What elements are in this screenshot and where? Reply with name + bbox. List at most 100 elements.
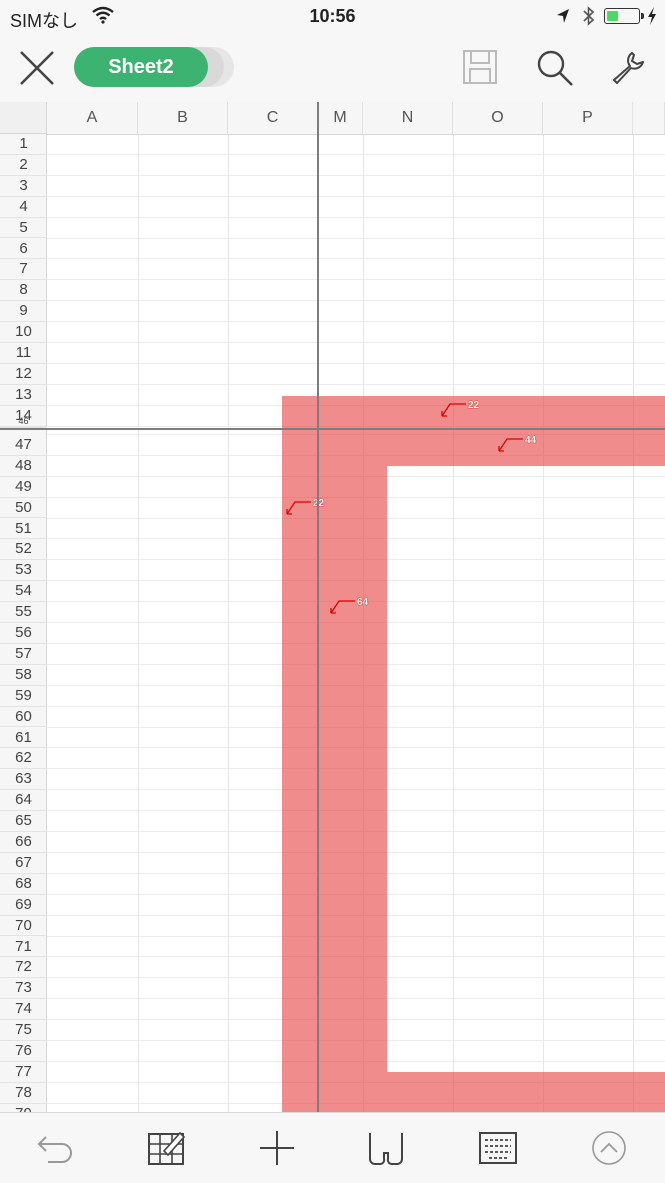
row-header[interactable]: 58 (0, 665, 47, 686)
row-header[interactable]: 76 (0, 1041, 47, 1062)
grid-line (47, 258, 665, 260)
row-header[interactable]: 61 (0, 728, 47, 749)
grid-line (228, 134, 229, 1112)
grid-line (138, 134, 139, 1112)
row-header[interactable]: 1 (0, 134, 47, 155)
highlight-region-left (282, 466, 387, 1072)
insert-icon[interactable] (258, 1129, 296, 1167)
bottom-toolbar (0, 1112, 665, 1183)
grid-line (47, 237, 665, 239)
select-all-corner[interactable] (0, 102, 47, 134)
freeze-pane-vertical (317, 102, 319, 1112)
column-header[interactable] (633, 102, 665, 134)
grid-line (47, 195, 665, 197)
grid-line (47, 321, 665, 323)
grid-line (47, 216, 665, 218)
row-header[interactable]: 49 (0, 477, 47, 498)
row-header[interactable]: 10 (0, 322, 47, 343)
column-header[interactable]: C (228, 102, 318, 134)
column-header[interactable]: B (138, 102, 228, 134)
row-header[interactable]: 54 (0, 581, 47, 603)
row-header[interactable]: 68 (0, 874, 47, 895)
bluetooth-icon (583, 6, 595, 26)
row-header[interactable]: 3 (0, 176, 47, 197)
keyboard-icon[interactable] (478, 1129, 518, 1167)
column-header[interactable]: M (318, 102, 363, 134)
row-header[interactable]: 57 (0, 644, 47, 665)
battery-icon (604, 8, 644, 24)
grid-line (543, 134, 544, 1112)
grid-line (47, 362, 665, 364)
column-header[interactable]: A (47, 102, 138, 134)
row-header[interactable]: 8 (0, 280, 47, 302)
cell-format-icon[interactable] (146, 1129, 186, 1167)
row-header[interactable]: 4 (0, 197, 47, 218)
row-header[interactable]: 12 (0, 364, 47, 385)
search-icon[interactable] (536, 49, 574, 87)
row-header[interactable]: 66 (0, 832, 47, 853)
location-icon (557, 9, 569, 23)
row-header[interactable]: 71 (0, 937, 47, 958)
row-header[interactable]: 75 (0, 1020, 47, 1041)
column-header[interactable]: O (453, 102, 543, 134)
annotation-marker: 44 (497, 435, 536, 453)
row-header[interactable]: 2 (0, 155, 47, 176)
row-header[interactable]: 60 (0, 707, 47, 728)
grid-line (47, 383, 665, 385)
grid-line (47, 153, 665, 155)
row-header[interactable]: 51 (0, 519, 47, 540)
grid-line (47, 300, 665, 302)
expand-up-icon[interactable] (590, 1129, 628, 1167)
glasses-icon[interactable] (366, 1129, 406, 1167)
row-header[interactable]: 52 (0, 539, 47, 561)
row-header[interactable]: 78 (0, 1083, 47, 1104)
sheet-tab-active[interactable]: Sheet2 (74, 47, 208, 87)
row-header[interactable]: 47 (0, 435, 47, 456)
row-header[interactable]: 64 (0, 790, 47, 812)
annotation-marker: 22 (440, 400, 479, 418)
row-header[interactable]: 63 (0, 769, 47, 791)
spreadsheet-grid[interactable]: 22 44 22 64 ABCMNOP 1 2 3 4 5 6 7 8 9 10 11 12 13 14 4… (0, 102, 665, 1112)
wrench-icon[interactable] (610, 49, 646, 85)
row-header[interactable]: 67 (0, 853, 47, 874)
row-header[interactable]: 77 (0, 1062, 47, 1083)
row-header[interactable]: 9 (0, 301, 47, 323)
column-header[interactable]: P (543, 102, 633, 134)
close-icon[interactable] (18, 49, 56, 87)
row-header[interactable]: 65 (0, 811, 47, 832)
row-header[interactable]: 7 (0, 259, 47, 281)
row-header[interactable]: 50 (0, 498, 47, 519)
row-header[interactable]: 48 (0, 456, 47, 477)
charging-icon (648, 7, 656, 25)
row-header[interactable]: 46 (0, 414, 47, 428)
row-header[interactable]: 6 (0, 239, 47, 260)
row-header[interactable]: 53 (0, 560, 47, 582)
highlight-region-bottom (282, 1072, 665, 1112)
row-header-bar: 1 2 3 4 5 6 7 8 9 10 11 12 13 14 46 47 48 49 50 51 52 53 54 55 5… (0, 134, 47, 1112)
grid-line (47, 279, 665, 281)
undo-icon[interactable] (36, 1129, 74, 1167)
row-header[interactable]: 13 (0, 385, 47, 406)
column-header[interactable]: N (363, 102, 453, 134)
freeze-pane-horizontal (0, 428, 665, 430)
row-header[interactable]: 55 (0, 602, 47, 623)
row-header[interactable]: 70 (0, 916, 47, 937)
row-header[interactable]: 73 (0, 978, 47, 1000)
annotation-marker: 64 (329, 597, 368, 615)
grid-line (47, 342, 665, 343)
grid-line (453, 134, 454, 1112)
row-header[interactable]: 79 (0, 1104, 47, 1112)
row-header[interactable]: 59 (0, 686, 47, 707)
top-toolbar: Sheet2 (0, 34, 665, 103)
row-header[interactable]: 5 (0, 218, 47, 239)
column-header-bar: ABCMNOP (0, 102, 665, 135)
status-bar: SIMなし 10:56 (0, 0, 665, 34)
row-header[interactable]: 69 (0, 895, 47, 916)
row-header[interactable]: 74 (0, 999, 47, 1021)
save-icon[interactable] (462, 49, 498, 85)
grid-line (633, 134, 634, 1112)
row-header[interactable]: 11 (0, 343, 47, 364)
row-header[interactable]: 56 (0, 623, 47, 644)
row-header[interactable]: 72 (0, 957, 47, 979)
row-header[interactable]: 62 (0, 748, 47, 770)
